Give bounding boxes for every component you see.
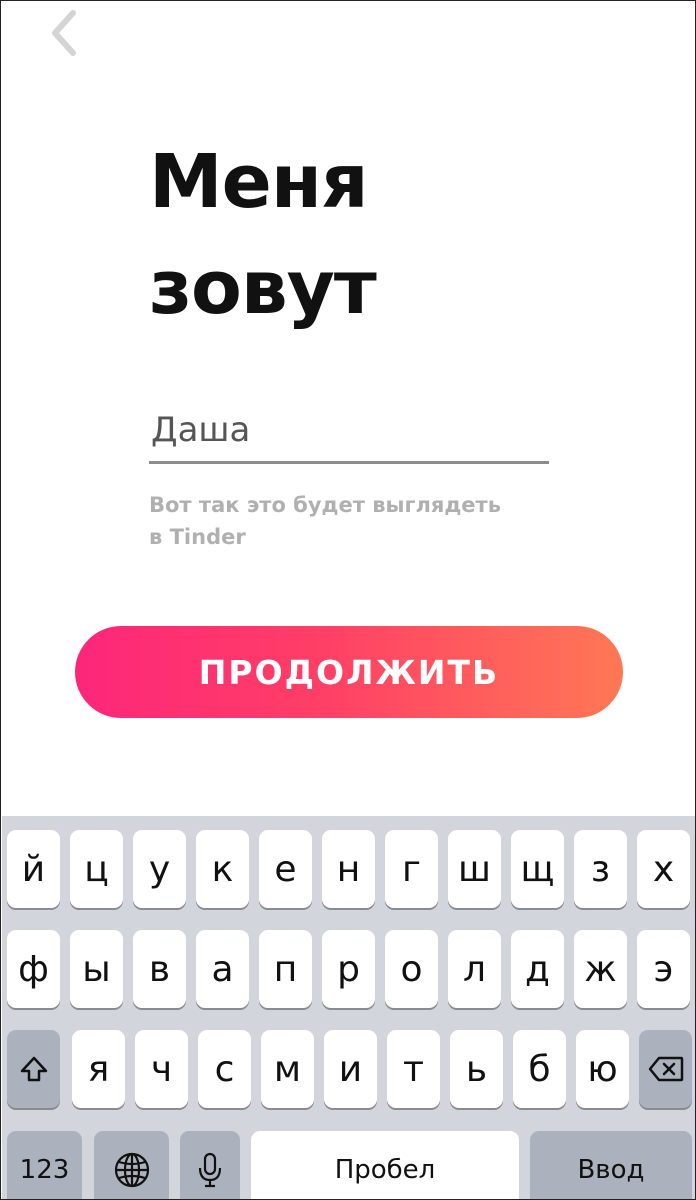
key-б[interactable]: б [513, 1030, 566, 1108]
name-input[interactable] [149, 405, 549, 455]
hint-text: Вот так это будет выглядеть в Tinder [149, 489, 549, 553]
space-key[interactable]: Пробел [251, 1131, 519, 1199]
microphone-icon [198, 1152, 222, 1188]
key-я[interactable]: я [72, 1030, 125, 1108]
key-л[interactable]: л [448, 930, 501, 1008]
key-ч[interactable]: ч [135, 1030, 188, 1108]
hint-line-1: Вот так это будет выглядеть [149, 493, 501, 517]
globe-key[interactable] [94, 1131, 169, 1199]
page-title: Меня зовут [149, 129, 569, 341]
back-button[interactable] [39, 5, 89, 61]
shift-key[interactable] [7, 1030, 60, 1108]
return-key-label: Ввод [577, 1155, 645, 1185]
key-ю[interactable]: ю [576, 1030, 629, 1108]
title-line-2: зовут [149, 245, 377, 331]
key-ф[interactable]: ф [7, 930, 60, 1008]
key-т[interactable]: т [387, 1030, 440, 1108]
key-з[interactable]: з [574, 830, 627, 908]
keyboard: йцукенгшщзх фывапролджэ ячсмитьбю 123 Пр… [2, 816, 695, 1199]
key-щ[interactable]: щ [511, 830, 564, 908]
key-е[interactable]: е [259, 830, 312, 908]
microphone-key[interactable] [180, 1131, 240, 1199]
key-ы[interactable]: ы [70, 930, 123, 1008]
key-р[interactable]: р [322, 930, 375, 1008]
chevron-left-icon [52, 10, 76, 56]
key-в[interactable]: в [133, 930, 186, 1008]
key-ц[interactable]: ц [70, 830, 123, 908]
space-key-label: Пробел [334, 1155, 436, 1185]
screen: Меня зовут Вот так это будет выглядеть в… [0, 0, 696, 1200]
key-э[interactable]: э [637, 930, 690, 1008]
key-п[interactable]: п [259, 930, 312, 1008]
key-и[interactable]: и [324, 1030, 377, 1108]
key-г[interactable]: г [385, 830, 438, 908]
key-х[interactable]: х [637, 830, 690, 908]
numbers-key-label: 123 [19, 1155, 70, 1185]
shift-icon [20, 1056, 47, 1082]
backspace-key[interactable] [639, 1030, 692, 1108]
key-д[interactable]: д [511, 930, 564, 1008]
key-ж[interactable]: ж [574, 930, 627, 1008]
key-ь[interactable]: ь [450, 1030, 503, 1108]
key-с[interactable]: с [198, 1030, 251, 1108]
numbers-key[interactable]: 123 [7, 1131, 82, 1199]
key-й[interactable]: й [7, 830, 60, 908]
title-line-1: Меня [149, 139, 368, 225]
return-key[interactable]: Ввод [530, 1131, 692, 1199]
key-у[interactable]: у [133, 830, 186, 908]
key-а[interactable]: а [196, 930, 249, 1008]
input-underline [149, 461, 549, 464]
key-о[interactable]: о [385, 930, 438, 1008]
globe-icon [114, 1152, 149, 1188]
key-к[interactable]: к [196, 830, 249, 908]
backspace-icon [648, 1056, 683, 1082]
key-н[interactable]: н [322, 830, 375, 908]
continue-button[interactable]: ПРОДОЛЖИТЬ [75, 626, 623, 718]
key-ш[interactable]: ш [448, 830, 501, 908]
hint-line-2: в Tinder [149, 525, 246, 549]
key-м[interactable]: м [261, 1030, 314, 1108]
